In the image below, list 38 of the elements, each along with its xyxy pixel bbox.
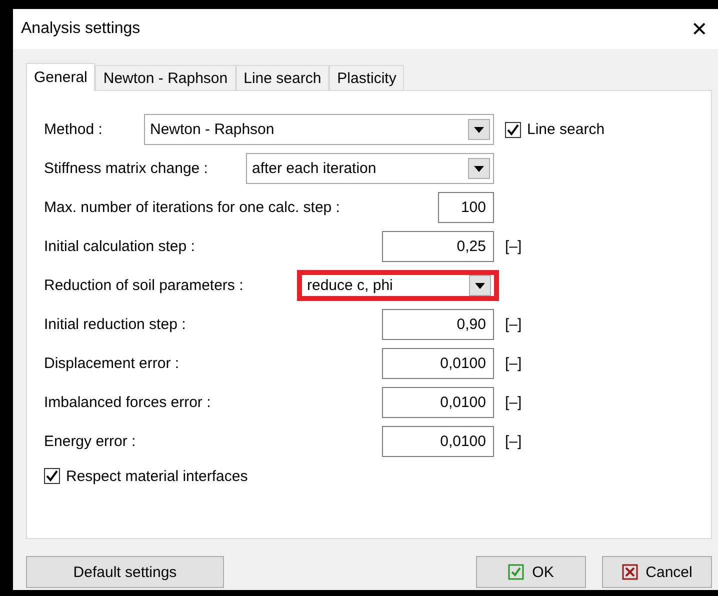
unit-label: [–] xyxy=(505,433,522,450)
check-icon xyxy=(508,564,524,580)
number-field[interactable]: 0,0100 xyxy=(382,426,494,457)
cancel-button[interactable]: Cancel xyxy=(602,556,712,588)
tab[interactable]: Newton - Raphson xyxy=(95,65,236,90)
unit-label: [–] xyxy=(505,316,522,333)
field-label: Imbalanced forces error : xyxy=(44,394,211,411)
tab[interactable]: Plasticity xyxy=(329,65,404,90)
line-search-checkbox[interactable]: Line search xyxy=(505,121,605,138)
tab[interactable]: Line search xyxy=(236,65,330,90)
field-label: Initial calculation step : xyxy=(44,238,195,255)
number-field[interactable]: 0,0100 xyxy=(382,348,494,379)
checkbox[interactable] xyxy=(44,468,60,484)
number-field[interactable]: 0,25 xyxy=(382,231,494,262)
interfaces-checkbox[interactable]: Respect material interfaces xyxy=(44,468,248,484)
checkbox[interactable] xyxy=(505,122,521,138)
field-label: Energy error : xyxy=(44,433,136,450)
field-label: Reduction of soil parameters : xyxy=(44,277,244,294)
unit-label: [–] xyxy=(505,394,522,411)
close-button[interactable]: ✕ xyxy=(687,16,712,42)
dropdown[interactable]: Newton - Raphson xyxy=(144,114,494,145)
default-settings-button[interactable]: Default settings xyxy=(26,556,224,588)
close-icon xyxy=(622,564,638,580)
unit-label: [–] xyxy=(505,355,522,372)
field-label: Method : xyxy=(44,121,102,138)
number-field[interactable]: 100 xyxy=(438,192,494,223)
ok-button[interactable]: OK xyxy=(476,556,586,588)
field-label: Stiffness matrix change : xyxy=(44,160,208,177)
unit-label: [–] xyxy=(505,238,522,255)
dropdown[interactable]: reduce c, phi xyxy=(297,270,499,301)
tab[interactable]: General xyxy=(26,63,96,91)
number-field[interactable]: 0,90 xyxy=(382,309,494,340)
dropdown[interactable]: after each iteration xyxy=(246,153,494,184)
number-field[interactable]: 0,0100 xyxy=(382,387,494,418)
field-label: Displacement error : xyxy=(44,355,180,372)
window-title: Analysis settings xyxy=(21,20,140,38)
field-label: Initial reduction step : xyxy=(44,316,186,333)
field-label: Max. number of iterations for one calc. step : xyxy=(44,199,340,216)
